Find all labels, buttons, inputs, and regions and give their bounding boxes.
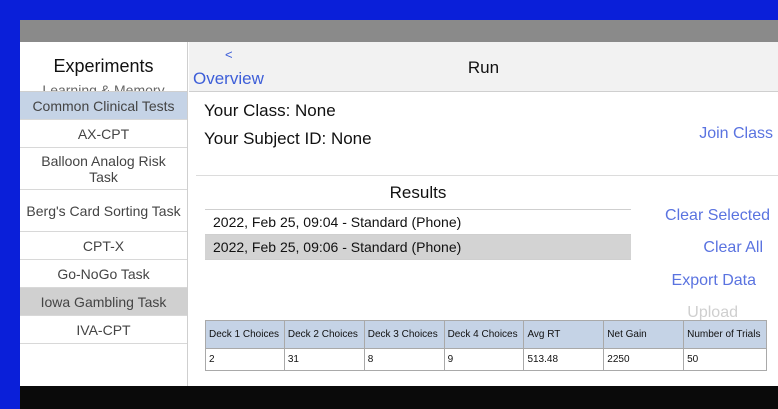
sidebar-scrolled-item-peek: Learning & Memory <box>42 82 165 92</box>
column-header: Deck 2 Choices <box>283 320 365 349</box>
sidebar-item-cpt-x[interactable]: CPT-X <box>20 232 187 260</box>
column-header: Deck 1 Choices <box>205 320 285 349</box>
column-header: Number of Trials <box>683 320 767 349</box>
section-divider <box>196 175 778 176</box>
table-header-row: Deck 1 Choices Deck 2 Choices Deck 3 Cho… <box>205 320 767 349</box>
table-cell: 31 <box>283 348 365 371</box>
clear-all-button[interactable]: Clear All <box>703 239 763 257</box>
sidebar-item-iva-cpt[interactable]: IVA-CPT <box>20 316 187 344</box>
sidebar-title: Experiments <box>53 56 154 76</box>
table-row: 2 31 8 9 513.48 2250 50 <box>205 348 767 371</box>
class-label: Your Class: None <box>204 101 336 120</box>
sidebar-header: Experiments Learning & Memory <box>20 42 187 92</box>
device-frame: Experiments Learning & Memory Common Cli… <box>0 0 778 409</box>
table-cell: 2 <box>205 348 285 371</box>
column-header: Avg RT <box>523 320 605 349</box>
sidebar-category-common-clinical-tests[interactable]: Common Clinical Tests <box>20 92 187 120</box>
table-cell: 8 <box>363 348 445 371</box>
table-cell: 50 <box>683 348 767 371</box>
run-panel: Your Class: None Your Subject ID: None J… <box>189 93 778 386</box>
sidebar-item-bergs-card-sorting-task[interactable]: Berg's Card Sorting Task <box>20 190 187 232</box>
column-header: Net Gain <box>603 320 685 349</box>
result-row[interactable]: 2022, Feb 25, 09:04 - Standard (Phone) <box>205 210 631 235</box>
table-cell: 2250 <box>603 348 685 371</box>
results-list: 2022, Feb 25, 09:04 - Standard (Phone) 2… <box>205 209 631 260</box>
results-title: Results <box>389 183 447 202</box>
sidebar-item-balloon-analog-risk-task[interactable]: Balloon Analog Risk Task <box>20 148 187 190</box>
sidebar-item-go-nogo-task[interactable]: Go-NoGo Task <box>20 260 187 288</box>
table-cell: 513.48 <box>523 348 605 371</box>
bottom-bar <box>20 386 778 409</box>
sidebar-item-ax-cpt[interactable]: AX-CPT <box>20 120 187 148</box>
navigation-bar: < Overview Run <box>189 42 778 92</box>
join-class-button[interactable]: Join Class <box>699 125 773 143</box>
experiments-sidebar: Experiments Learning & Memory Common Cli… <box>20 42 188 386</box>
sidebar-item-iowa-gambling-task[interactable]: Iowa Gambling Task <box>20 288 187 316</box>
app-screen: Experiments Learning & Memory Common Cli… <box>20 20 778 409</box>
page-title: Run <box>467 58 500 77</box>
results-table: Deck 1 Choices Deck 2 Choices Deck 3 Cho… <box>205 320 767 371</box>
sidebar-list: Common Clinical Tests AX-CPT Balloon Ana… <box>20 92 187 344</box>
table-cell: 9 <box>443 348 525 371</box>
status-bar <box>20 20 778 42</box>
clear-selected-button[interactable]: Clear Selected <box>665 207 770 225</box>
subject-id-label: Your Subject ID: None <box>204 129 372 148</box>
export-data-button[interactable]: Export Data <box>672 272 756 290</box>
column-header: Deck 4 Choices <box>443 320 525 349</box>
result-row-selected[interactable]: 2022, Feb 25, 09:06 - Standard (Phone) <box>205 235 631 260</box>
column-header: Deck 3 Choices <box>363 320 445 349</box>
